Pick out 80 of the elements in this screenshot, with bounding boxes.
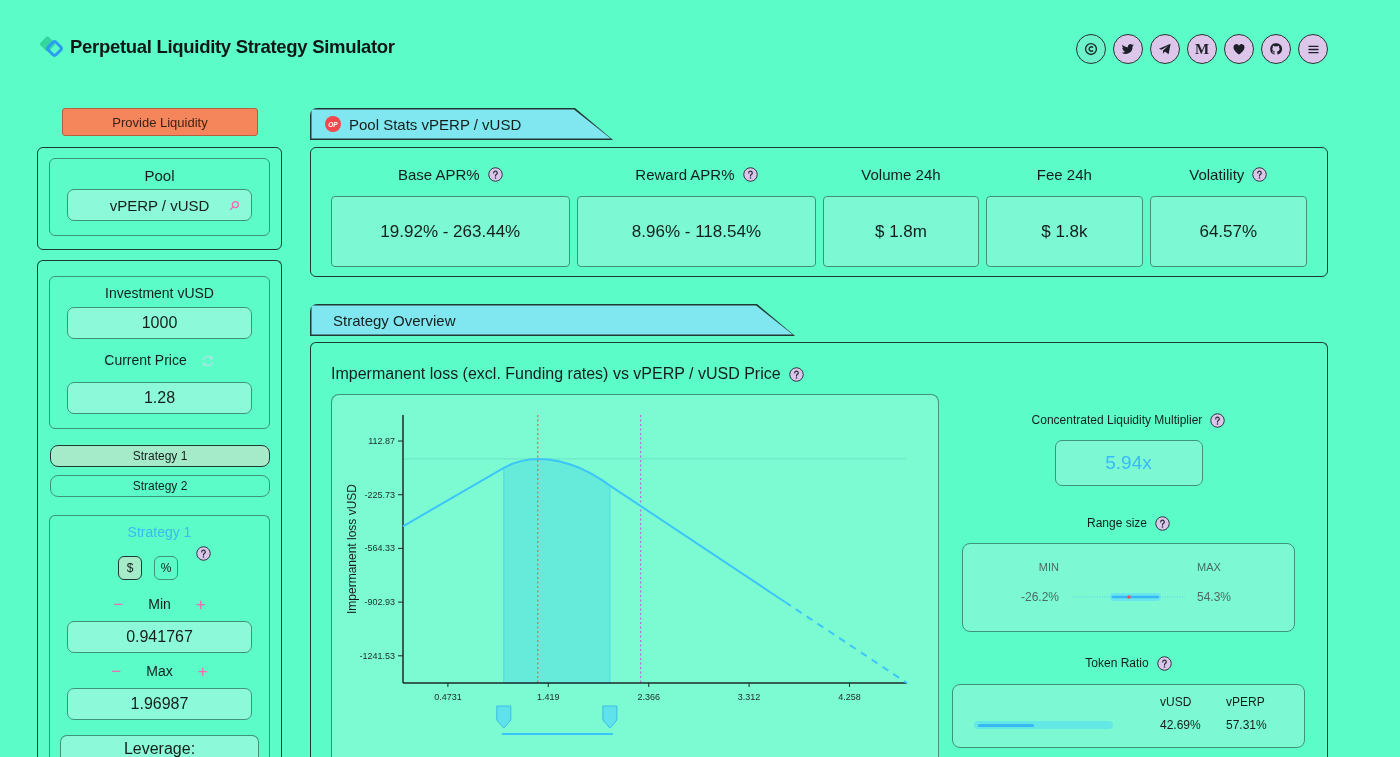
range-handle[interactable]	[496, 705, 512, 729]
token-name: vUSD	[1160, 695, 1193, 709]
pool-label: Pool	[144, 167, 175, 185]
bound-input[interactable]: 0.941767	[67, 621, 252, 653]
stat-label: Reward APR%	[635, 165, 735, 183]
header-link-button[interactable]	[1150, 34, 1180, 64]
min-percent: -26.2%	[1020, 590, 1059, 604]
token-share: 42.69%	[1160, 718, 1202, 732]
stat-value: 64.57%	[1149, 196, 1307, 267]
current-price-input[interactable]: 1.28	[67, 382, 252, 414]
stat-label: Volume 24h	[861, 165, 941, 183]
stat-label: Fee 24h	[1036, 165, 1092, 183]
x-tick-label: 0.4731	[434, 692, 462, 702]
y-tick-label: -564.33	[364, 543, 395, 554]
current-price-label: Current Price	[104, 352, 187, 369]
help-icon[interactable]	[1252, 166, 1268, 182]
help-icon[interactable]	[487, 166, 503, 182]
multiplier-value: 5.94x	[1054, 440, 1203, 486]
help-icon[interactable]	[788, 366, 804, 382]
max-heading: MAX	[1197, 561, 1221, 573]
stat-value: $ 1.8m	[822, 196, 980, 267]
app-title: Perpetual Liquidity Strategy Simulator	[70, 36, 395, 58]
bound-label: Min	[148, 596, 171, 613]
range-bar-icon	[1072, 592, 1185, 602]
header-link-button[interactable]	[1261, 34, 1291, 64]
help-icon[interactable]	[196, 546, 211, 561]
header-link-button[interactable]	[1113, 34, 1143, 64]
investment-input[interactable]: 1000	[67, 307, 252, 339]
heart-icon	[1232, 42, 1246, 56]
range-size-label: Range size	[1086, 516, 1147, 530]
x-tick-label: 2.366	[637, 692, 660, 702]
unit-toggle[interactable]: %	[154, 556, 178, 580]
max-percent: 54.3%	[1197, 590, 1232, 604]
strategy-title: Strategy 1	[127, 524, 192, 541]
circled-c-icon	[1084, 42, 1098, 56]
stat-label: Volatility	[1189, 165, 1245, 183]
stat-value: 19.92% - 263.44%	[330, 196, 571, 267]
menu-icon	[1307, 44, 1319, 54]
token-ratio-label: Token Ratio	[1085, 656, 1149, 670]
bound-label: Max	[146, 663, 173, 680]
range-handle[interactable]	[602, 705, 618, 729]
strategy-tab[interactable]: Strategy 2	[50, 475, 270, 497]
search-icon	[229, 200, 240, 211]
stat-label: Base APR%	[397, 165, 480, 183]
x-tick-label: 1.419	[537, 692, 560, 702]
pool-selector[interactable]: vPERP / vUSD	[67, 189, 252, 221]
y-tick-label: -225.73	[364, 489, 395, 500]
chart-title: Impermanent loss (excl. Funding rates) vs vPERP / vUSD Price	[331, 365, 781, 383]
help-icon[interactable]	[1156, 655, 1172, 671]
provide-liquidity-button[interactable]: Provide Liquidity	[62, 108, 258, 136]
x-tick-label: 3.312	[737, 692, 761, 702]
header-link-button[interactable]	[1224, 34, 1254, 64]
y-tick-label: -902.93	[364, 597, 395, 608]
token-share: 57.31%	[1226, 718, 1268, 732]
y-tick-label: -1241.53	[359, 650, 395, 661]
min-heading: MIN	[1038, 561, 1059, 573]
unit-toggle[interactable]: $	[118, 556, 142, 580]
help-icon[interactable]	[1155, 515, 1170, 531]
header-link-button[interactable]: M	[1187, 34, 1217, 64]
stat-value: 8.96% - 118.54%	[577, 196, 816, 267]
leverage-label: Leverage:	[123, 740, 196, 757]
x-tick-label: 4.258	[838, 692, 861, 702]
investment-label: Investment vUSD	[105, 285, 214, 302]
header-link-button[interactable]	[1076, 34, 1106, 64]
bound-input[interactable]: 1.96987	[67, 688, 252, 720]
cat-icon	[1269, 42, 1283, 56]
paper-plane-icon	[1158, 42, 1172, 56]
help-icon[interactable]	[742, 166, 758, 182]
multiplier-label: Concentrated Liquidity Multiplier	[1031, 413, 1203, 427]
bird-icon	[1121, 42, 1135, 56]
y-axis-label: Impermanent loss vUSD	[345, 484, 359, 614]
section-title: Strategy Overview	[333, 311, 456, 329]
y-tick-label: 112.87	[368, 436, 395, 447]
menu-button[interactable]	[1298, 34, 1328, 64]
stat-value: $ 1.8k	[986, 196, 1143, 267]
help-icon[interactable]	[1210, 412, 1226, 428]
section-title: Pool Stats vPERP / vUSD	[349, 115, 522, 133]
strategy-tab[interactable]: Strategy 1	[50, 445, 270, 467]
token-name: vPERP	[1226, 695, 1266, 709]
logo-icon	[39, 34, 66, 60]
